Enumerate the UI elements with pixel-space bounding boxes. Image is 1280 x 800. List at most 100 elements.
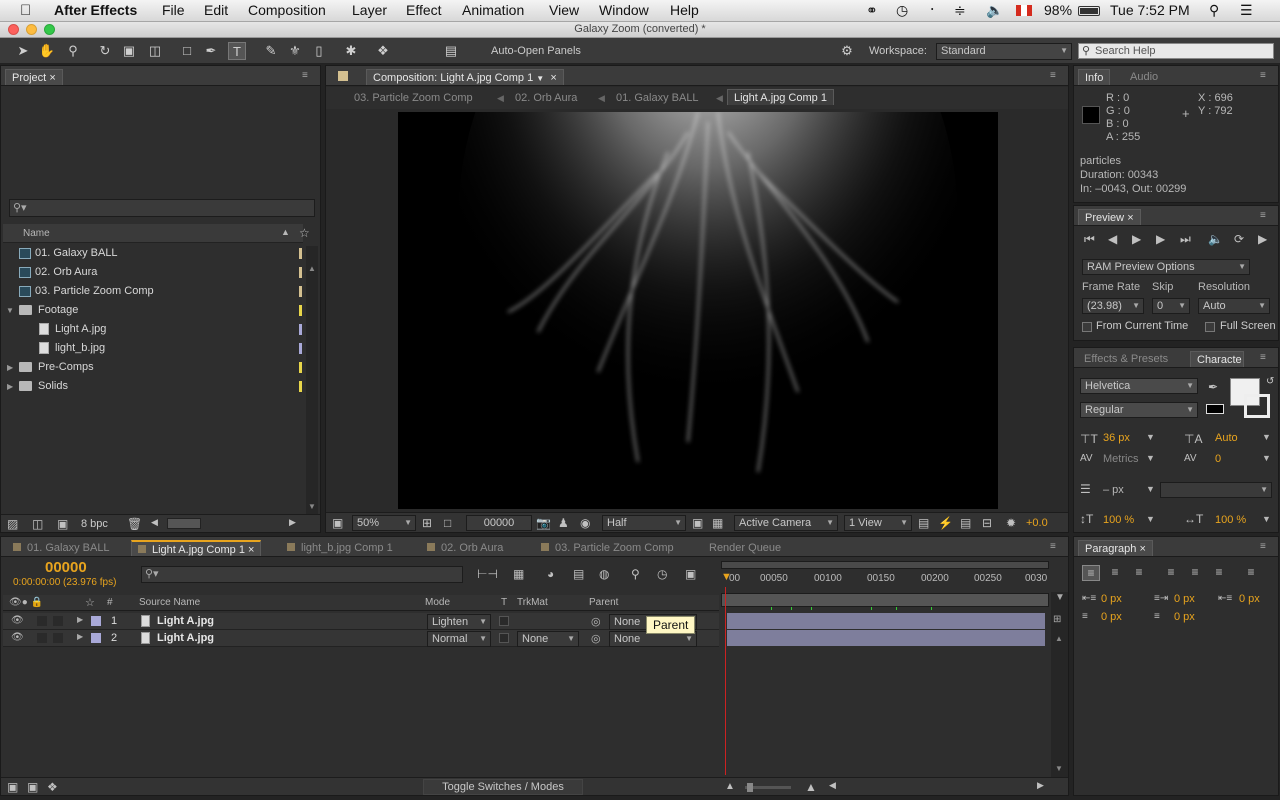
chevron-down-icon[interactable]: ▼ — [1262, 514, 1271, 524]
new-comp-icon[interactable]: ▣ — [57, 517, 68, 531]
disclosure-triangle-icon[interactable]: ▶ — [77, 632, 83, 641]
rectangle-tool-icon[interactable]: □ — [178, 42, 196, 60]
motion-blur-icon[interactable]: ◍ — [599, 567, 609, 581]
comp-mini-flowchart-icon[interactable]: ⊢⊣ — [477, 567, 498, 581]
timeline-tab[interactable]: 02. Orb Aura — [421, 540, 509, 556]
label-color-swatch[interactable] — [299, 381, 302, 392]
font-family-select[interactable]: Helvetica ▼ — [1080, 378, 1198, 394]
disclosure-triangle-icon[interactable]: ▶ — [77, 615, 83, 624]
minimize-window-icon[interactable] — [26, 24, 37, 35]
layer-2-bar[interactable] — [727, 630, 1045, 646]
label-color-swatch[interactable] — [299, 362, 302, 373]
menu-window[interactable]: Window — [599, 2, 649, 18]
graph-editor-icon[interactable]: ⚲ — [631, 567, 640, 581]
breadcrumb-item[interactable]: 03. Particle Zoom Comp — [348, 90, 479, 106]
channel-icon[interactable]: ◉ — [580, 516, 590, 530]
breadcrumb-current[interactable]: Light A.jpg Comp 1 — [727, 89, 834, 105]
indent-right-value[interactable]: 0 px — [1174, 593, 1195, 605]
zoom-in-icon[interactable]: ▲ — [805, 780, 817, 794]
pen-tool-icon[interactable]: ✒ — [202, 42, 220, 60]
pick-whip-icon[interactable]: ◎ — [591, 632, 601, 645]
panel-menu-icon[interactable]: ≡ — [1260, 541, 1272, 552]
chevron-down-icon[interactable]: ▼ — [1262, 432, 1271, 442]
mask-visibility-icon[interactable]: □ — [444, 516, 451, 530]
align-left-icon[interactable]: ≡ — [1082, 565, 1100, 581]
first-line-indent-value[interactable]: 0 px — [1239, 593, 1260, 605]
roto-brush-tool-icon[interactable]: ✱ — [342, 42, 360, 60]
previous-frame-icon[interactable]: ◀ — [1108, 232, 1117, 246]
tab-composition[interactable]: Composition: Light A.jpg Comp 1 ▼ × — [366, 69, 564, 85]
justify-center-icon[interactable]: ≡ — [1186, 565, 1204, 579]
timeline-toggle-icon[interactable]: ▤ — [960, 516, 971, 530]
work-area-range[interactable] — [721, 593, 1049, 607]
puppet-pin-tool-icon[interactable]: ❖ — [374, 42, 392, 60]
timeline-tab[interactable]: 03. Particle Zoom Comp — [535, 540, 680, 556]
align-right-icon[interactable]: ≡ — [1130, 565, 1148, 579]
label-color-swatch[interactable] — [299, 286, 302, 297]
timer-icon[interactable]: ◷ — [657, 567, 667, 581]
work-area-bar[interactable] — [721, 561, 1049, 569]
battery-percent[interactable]: 98% — [1044, 2, 1072, 18]
exposure-icon[interactable]: ✹ — [1006, 516, 1016, 530]
from-current-checkbox[interactable] — [1082, 322, 1092, 332]
space-after-value[interactable]: 0 px — [1174, 611, 1195, 623]
wifi-icon[interactable]: ≑ — [954, 2, 966, 19]
panel-menu-icon[interactable]: ≡ — [1260, 352, 1272, 363]
magnification-select[interactable]: 50% ▼ — [352, 515, 416, 531]
timeline-scrollbar[interactable]: ▼ ⊞ ▲ ▼ — [1051, 592, 1068, 777]
zoom-tool-icon[interactable]: ⚲ — [64, 42, 82, 60]
indent-left-value[interactable]: 0 px — [1101, 593, 1122, 605]
zoom-out-icon[interactable]: ▲ — [725, 781, 735, 792]
font-style-select[interactable]: Regular ▼ — [1080, 402, 1198, 418]
zoom-window-icon[interactable] — [44, 24, 55, 35]
label-color-swatch[interactable] — [299, 305, 302, 316]
pick-whip-icon[interactable]: ◎ — [591, 615, 601, 628]
type-tool-icon[interactable]: T — [228, 42, 246, 60]
region-of-interest-icon[interactable]: ▣ — [692, 516, 703, 530]
close-icon[interactable]: × — [49, 72, 55, 84]
pan-behind-tool-icon[interactable]: ◫ — [146, 42, 164, 60]
blend-mode-select[interactable]: Normal ▼ — [427, 631, 491, 647]
lock-switch[interactable] — [53, 616, 63, 626]
notification-center-icon[interactable]: ☰ — [1240, 2, 1253, 19]
kerning-value[interactable]: Metrics — [1103, 453, 1138, 465]
bluetooth-icon[interactable]: ᛫ — [928, 2, 936, 18]
column-parent[interactable]: Parent — [589, 597, 618, 608]
comp-viewer-canvas[interactable] — [398, 112, 998, 509]
modes-toggle-icon[interactable]: ▣ — [27, 780, 38, 794]
column-number[interactable]: # — [107, 597, 113, 608]
project-search-input[interactable]: ⚲▾ — [9, 199, 315, 217]
layer-switches-icon[interactable]: ⊞ — [1053, 614, 1061, 625]
pixel-aspect-icon[interactable]: ▤ — [918, 516, 929, 530]
workspace-icon[interactable]: ⚙ — [838, 42, 856, 60]
camera-select[interactable]: Active Camera ▼ — [734, 515, 838, 531]
rotate-tool-icon[interactable]: ↻ — [96, 42, 114, 60]
bit-depth[interactable]: 8 bpc — [81, 518, 108, 530]
snapshot-icon[interactable]: 📷 — [536, 516, 551, 530]
flag-icon[interactable] — [1016, 5, 1032, 16]
menu-edit[interactable]: Edit — [204, 2, 228, 18]
exposure-value[interactable]: +0.0 — [1026, 517, 1048, 529]
av-features-icon[interactable]: 👁● 🔒 — [9, 597, 43, 608]
always-preview-icon[interactable]: ▣ — [332, 516, 343, 530]
chevron-down-icon[interactable]: ▼ — [1146, 432, 1155, 442]
timeline-search-input[interactable]: ⚲▾ — [141, 566, 463, 583]
chevron-down-icon[interactable]: ▼ — [1146, 484, 1155, 494]
camera-tool-icon[interactable]: ▣ — [120, 42, 138, 60]
app-menu[interactable]: After Effects — [54, 2, 137, 18]
chevron-down-icon[interactable]: ▼ — [1146, 453, 1155, 463]
shy-layers-icon[interactable]: ◕ — [547, 567, 554, 581]
transparency-grid-icon[interactable]: ▦ — [712, 516, 723, 530]
column-source-name[interactable]: Source Name — [139, 597, 200, 608]
layer-row[interactable]: 👁 ▶ 2 Light A.jpg Normal ▼ None ▼ ◎ None ▼ — [3, 630, 719, 647]
label-tag-icon[interactable]: ☆ — [85, 596, 95, 609]
disclosure-triangle-icon[interactable]: ▶ — [7, 358, 13, 377]
column-name[interactable]: Name — [23, 228, 50, 239]
play-icon[interactable]: ▶ — [1132, 232, 1141, 246]
layer-1-bar[interactable] — [727, 613, 1045, 629]
spotlight-icon[interactable]: ⚲ — [1209, 2, 1219, 19]
lock-switch[interactable] — [53, 633, 63, 643]
tab-paragraph[interactable]: Paragraph × — [1078, 540, 1153, 556]
new-folder-icon[interactable]: ◫ — [32, 517, 43, 531]
close-window-icon[interactable] — [8, 24, 19, 35]
